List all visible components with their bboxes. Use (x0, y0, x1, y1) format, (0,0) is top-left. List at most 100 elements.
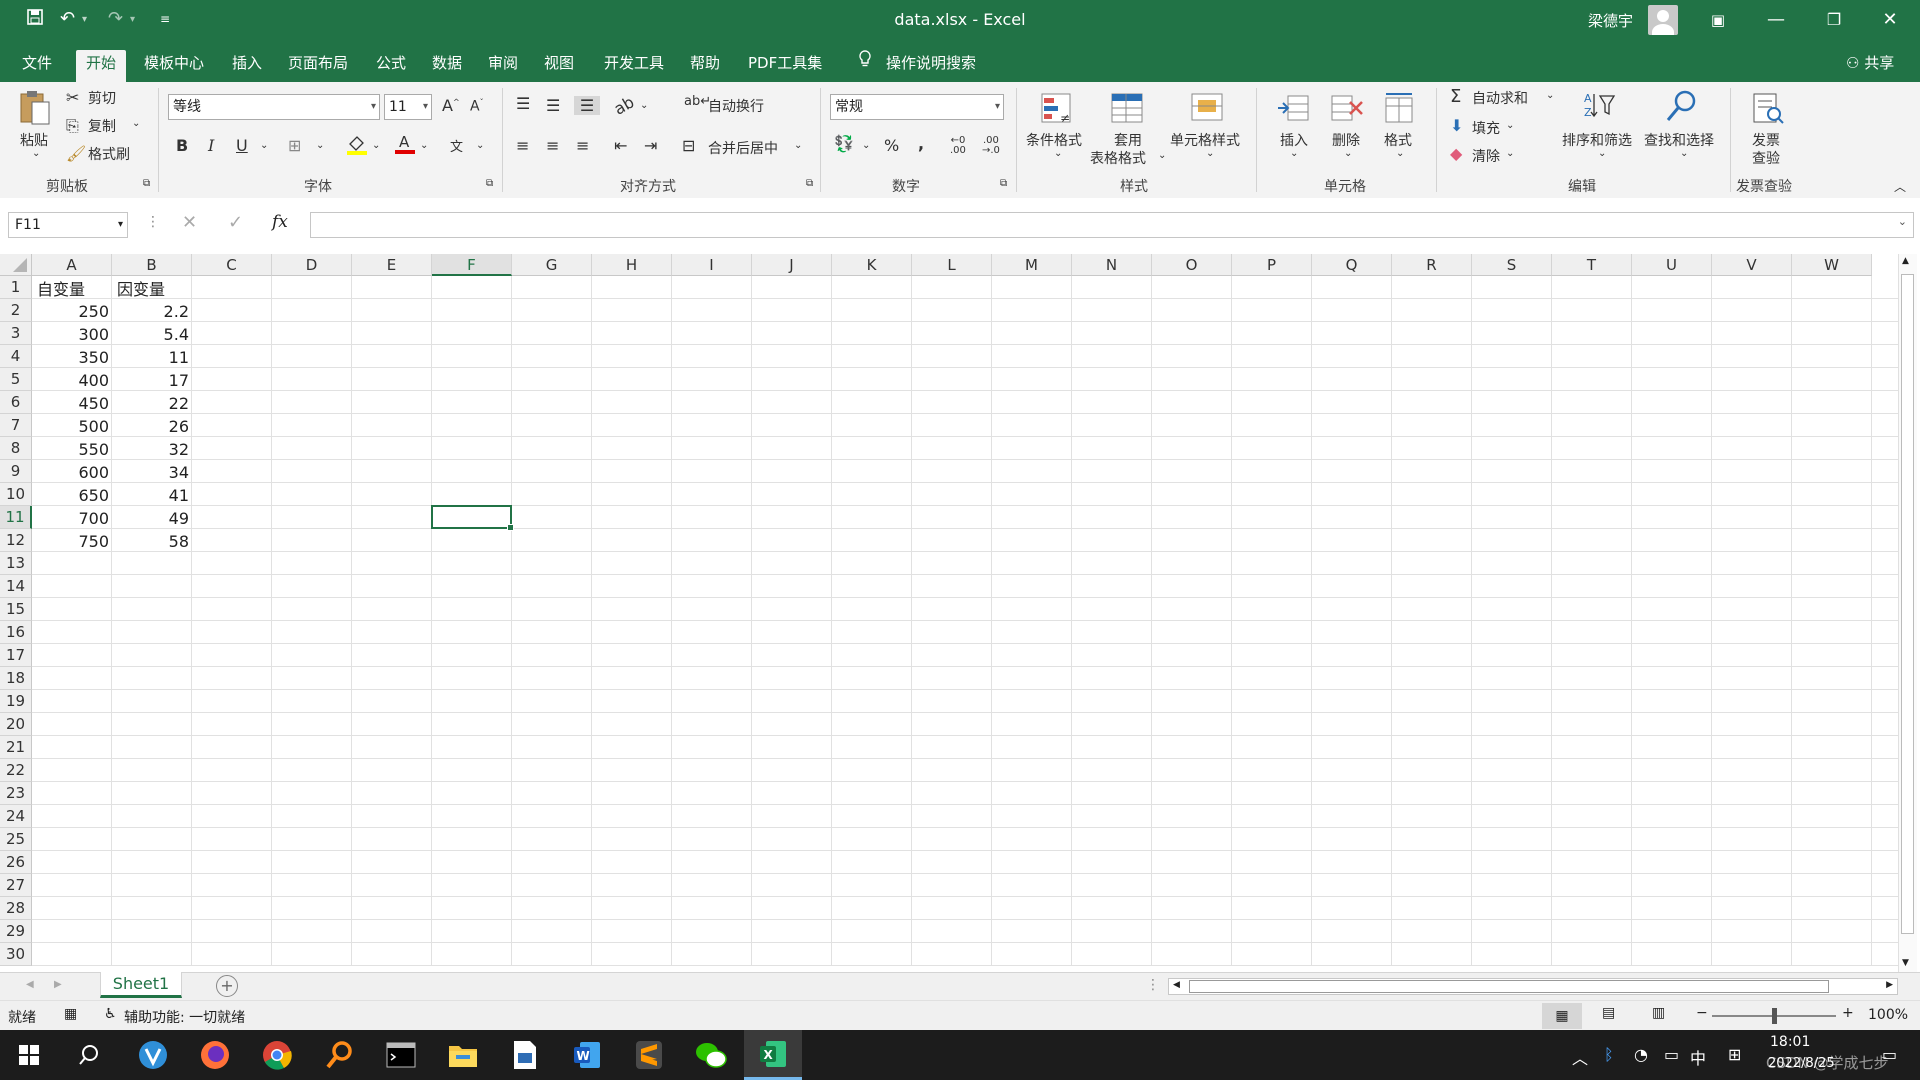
save-icon[interactable] (26, 8, 44, 31)
sublime-text-icon[interactable] (620, 1030, 678, 1080)
row-header-10[interactable]: 10 (0, 483, 32, 506)
name-box[interactable]: F11 ▾ (8, 212, 128, 238)
column-header-V[interactable]: V (1712, 254, 1792, 276)
column-header-S[interactable]: S (1472, 254, 1552, 276)
redo-dropdown-icon[interactable]: ▾ (130, 14, 135, 25)
cell-A11[interactable]: 700 (32, 507, 112, 530)
autosum-button[interactable]: 自动求和 (1472, 88, 1528, 108)
splitter-handle[interactable]: ⋮ (1146, 977, 1160, 993)
borders-icon[interactable]: ⊞ (288, 136, 301, 155)
formula-input[interactable]: ⌄ (310, 212, 1914, 238)
row-header-25[interactable]: 25 (0, 828, 32, 851)
keyboard-layout-icon[interactable]: ⊞ (1728, 1045, 1741, 1064)
underline-button[interactable]: U (236, 136, 248, 155)
cell-B7[interactable]: 26 (112, 415, 192, 438)
accounting-format-icon[interactable]: 💱 (834, 134, 854, 153)
row-header-6[interactable]: 6 (0, 391, 32, 414)
clock-time[interactable]: 18:01 (1770, 1034, 1810, 1050)
wechat-icon[interactable] (682, 1030, 740, 1080)
minimize-icon[interactable]: — (1748, 0, 1804, 42)
show-hidden-icons-icon[interactable]: ︿ (1572, 1045, 1588, 1069)
orientation-icon[interactable]: ab (611, 92, 638, 118)
cell-B9[interactable]: 34 (112, 461, 192, 484)
sheet-tab-sheet1[interactable]: Sheet1 (100, 972, 182, 998)
cell-B8[interactable]: 32 (112, 438, 192, 461)
chrome-icon[interactable] (248, 1030, 306, 1080)
zoom-slider[interactable] (1712, 1008, 1836, 1024)
firefox-icon[interactable] (186, 1030, 244, 1080)
italic-button[interactable]: I (208, 136, 214, 155)
number-launcher-icon[interactable]: ⧉ (1000, 178, 1007, 189)
tab-template-center[interactable]: 模板中心 (134, 50, 214, 82)
row-header-26[interactable]: 26 (0, 851, 32, 874)
selected-cell-F11[interactable] (431, 505, 514, 531)
table-format-button[interactable]: 表格格式 (1090, 148, 1146, 168)
bold-button[interactable]: B (176, 136, 188, 155)
column-header-A[interactable]: A (32, 254, 112, 276)
cell-B3[interactable]: 5.4 (112, 323, 192, 346)
row-header-18[interactable]: 18 (0, 667, 32, 690)
zoom-out-icon[interactable]: − (1696, 1005, 1708, 1021)
expand-formula-icon[interactable]: ⌄ (1898, 215, 1907, 228)
merge-center-button[interactable]: 合并后居中 (708, 138, 778, 158)
search-icon[interactable] (60, 1030, 118, 1080)
paste-button[interactable]: 粘贴 (20, 130, 48, 150)
cell-styles-icon[interactable] (1190, 92, 1226, 126)
fill-down-icon[interactable]: ⬇ (1450, 116, 1463, 135)
cell-A8[interactable]: 550 (32, 438, 112, 461)
cell-B11[interactable]: 49 (112, 507, 192, 530)
format-painter-button[interactable]: 格式刷 (88, 144, 130, 164)
battery-icon[interactable]: ▭ (1664, 1045, 1679, 1064)
column-header-Q[interactable]: Q (1312, 254, 1392, 276)
scroll-down-icon[interactable]: ▼ (1902, 958, 1909, 968)
page-break-view-icon[interactable]: ▥ (1652, 1005, 1665, 1021)
zoom-in-icon[interactable]: + (1842, 1005, 1854, 1021)
scroll-left-icon[interactable]: ◀ (1173, 980, 1180, 990)
avatar[interactable] (1648, 5, 1678, 35)
paste-dropdown-icon[interactable]: ⌄ (32, 148, 40, 159)
column-header-J[interactable]: J (752, 254, 832, 276)
scroll-right-icon[interactable]: ▶ (1886, 980, 1893, 990)
clipboard-launcher-icon[interactable]: ⧉ (143, 178, 150, 189)
select-all-button[interactable] (0, 254, 32, 276)
invoice-check-label-1[interactable]: 发票 (1752, 130, 1780, 150)
row-header-28[interactable]: 28 (0, 897, 32, 920)
tell-me-search[interactable]: 操作说明搜索 (876, 50, 986, 82)
tab-view[interactable]: 视图 (534, 50, 584, 82)
insert-dropdown-icon[interactable]: ⌄ (1290, 148, 1298, 159)
conditional-format-icon[interactable]: ≠ (1040, 92, 1076, 126)
paste-icon[interactable] (18, 88, 54, 125)
format-cells-icon[interactable] (1382, 92, 1418, 126)
conditional-format-button[interactable]: 条件格式 (1026, 130, 1082, 150)
cell-A5[interactable]: 400 (32, 369, 112, 392)
cell-styles-dropdown-icon[interactable]: ⌄ (1206, 148, 1214, 159)
share-button[interactable]: ⚇ 共享 (1836, 50, 1904, 82)
decrease-font-icon[interactable]: Aˇ (470, 98, 484, 115)
worksheet-grid[interactable]: ABCDEFGHIJKLMNOPQRSTUVW 1 2 3 4 5 6 7 8 9 10 11 12 1… (0, 254, 1920, 972)
file-explorer-icon[interactable] (434, 1030, 492, 1080)
row-header-23[interactable]: 23 (0, 782, 32, 805)
row-header-11[interactable]: 11 (0, 506, 32, 529)
font-launcher-icon[interactable]: ⧉ (486, 178, 493, 189)
table-format-icon[interactable] (1110, 92, 1146, 126)
column-header-P[interactable]: P (1232, 254, 1312, 276)
column-header-E[interactable]: E (352, 254, 432, 276)
find-select-icon[interactable] (1664, 88, 1700, 122)
delete-dropdown-icon[interactable]: ⌄ (1344, 148, 1352, 159)
undo-icon[interactable]: ↶ (60, 8, 75, 29)
accessibility-status[interactable]: 辅助功能: 一切就绪 (124, 1007, 245, 1027)
autosum-dropdown-icon[interactable]: ⌄ (1546, 90, 1554, 101)
comma-button[interactable]: , (918, 134, 924, 153)
row-header-29[interactable]: 29 (0, 920, 32, 943)
invoice-check-button[interactable]: 查验 (1752, 148, 1780, 168)
vertical-scrollbar[interactable]: ▲ ▼ (1898, 254, 1917, 972)
row-header-14[interactable]: 14 (0, 575, 32, 598)
cell-A9[interactable]: 600 (32, 461, 112, 484)
accounting-dropdown-icon[interactable]: ⌄ (862, 140, 870, 151)
font-size-select[interactable]: 11 ▾ (384, 94, 432, 120)
font-color-dropdown-icon[interactable]: ⌄ (420, 140, 428, 151)
fill-dropdown-icon[interactable]: ⌄ (1506, 120, 1514, 131)
align-center-icon[interactable]: ≡ (546, 136, 559, 155)
font-color-icon[interactable]: A (394, 132, 416, 160)
phonetic-dropdown-icon[interactable]: ⌄ (476, 140, 484, 151)
